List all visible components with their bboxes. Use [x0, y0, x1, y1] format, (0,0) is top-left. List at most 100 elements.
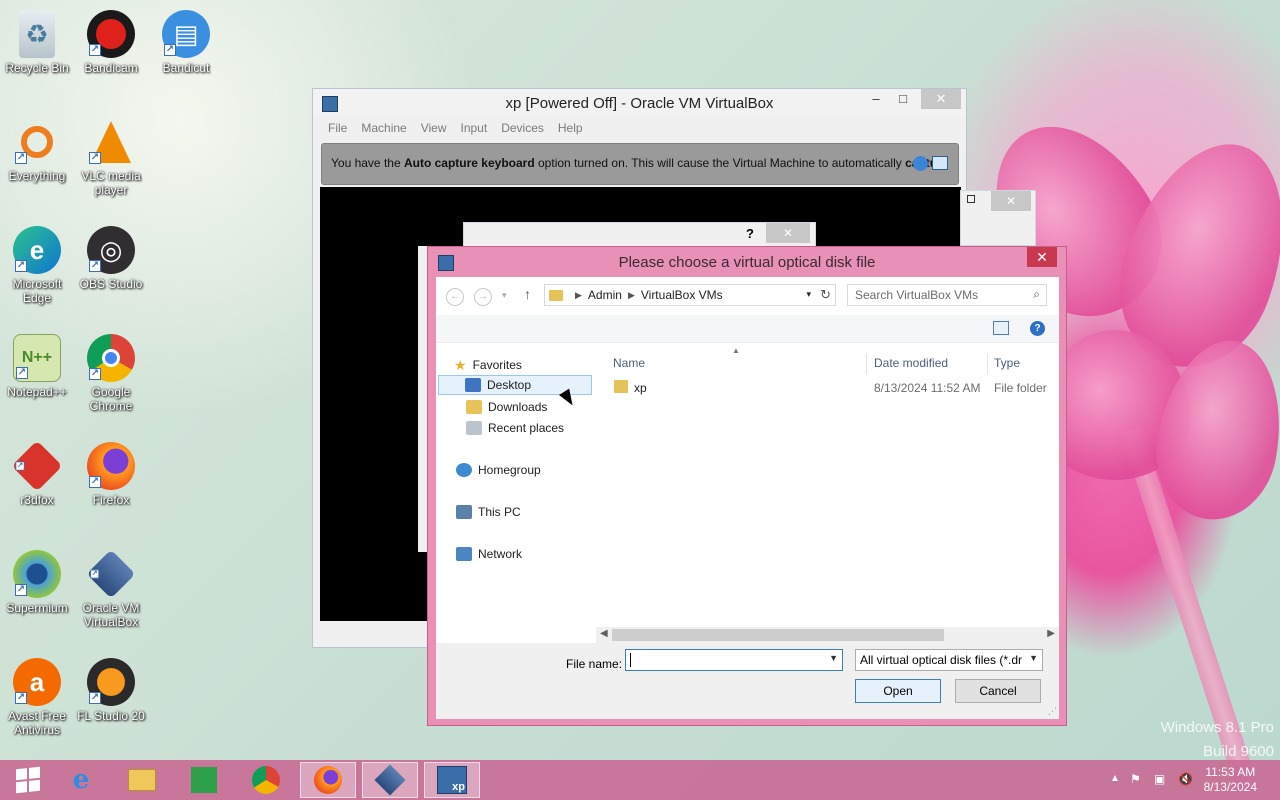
chevron-down-icon[interactable]: ▼ — [829, 653, 838, 663]
virtualbox-icon: ↗ — [86, 549, 136, 599]
column-header-date[interactable]: Date modified — [874, 356, 948, 370]
column-header-name[interactable]: Name — [613, 356, 645, 370]
desktop-icon-label: OBS Studio — [79, 277, 143, 291]
desktop-icon-vlc[interactable]: ↗ VLC media player — [75, 118, 147, 197]
menu-view[interactable]: View — [414, 121, 454, 139]
dialog-titlebar[interactable]: Please choose a virtual optical disk fil… — [428, 247, 1066, 277]
search-input[interactable]: Search VirtualBox VMs ⌕ — [847, 284, 1047, 306]
nav-item-homegroup[interactable]: Homegroup — [456, 460, 541, 480]
dialog-title: Please choose a virtual optical disk fil… — [618, 254, 876, 271]
column-divider[interactable] — [866, 353, 867, 375]
desktop-icon-notepadpp[interactable]: N++ ↗ Notepad++ — [1, 334, 73, 399]
open-file-dialog: Please choose a virtual optical disk fil… — [427, 246, 1067, 726]
taskbar-firefox[interactable] — [300, 762, 356, 798]
desktop-icon-r3dfox[interactable]: ↗ r3dfox — [1, 440, 73, 507]
cancel-button[interactable]: Cancel — [955, 679, 1041, 703]
horizontal-scrollbar[interactable]: ◀ ▶ — [596, 627, 1059, 643]
nav-item-recent-places[interactable]: Recent places — [466, 418, 564, 438]
preview-pane-icon[interactable] — [993, 321, 1009, 335]
supermium-icon: ↗ — [13, 550, 61, 598]
desktop-icon-edge[interactable]: e ↗ Microsoft Edge — [1, 226, 73, 305]
taskbar-ie[interactable]: e — [53, 762, 109, 798]
file-name-input[interactable]: ▼ — [625, 649, 843, 671]
notice-toggle-icon[interactable] — [932, 156, 948, 170]
notice-close-icon[interactable] — [913, 156, 928, 171]
forward-button[interactable]: → — [474, 288, 492, 306]
column-header-type[interactable]: Type — [994, 356, 1020, 370]
flstudio-icon: ↗ — [87, 658, 135, 706]
breadcrumb-item-virtualbox-vms[interactable]: VirtualBox VMs — [641, 288, 723, 302]
breadcrumb-item-admin[interactable]: Admin — [588, 288, 622, 302]
breadcrumb[interactable]: ▶ Admin ▶ VirtualBox VMs ▾ ↻ — [544, 284, 836, 306]
taskbar-store[interactable] — [176, 762, 232, 798]
taskbar-virtualbox[interactable] — [362, 762, 418, 798]
chevron-down-icon[interactable]: ▼ — [1029, 653, 1038, 663]
bg-dialog-minimize[interactable] — [967, 195, 975, 203]
help-button[interactable]: ? — [1030, 321, 1045, 336]
desktop-icon-supermium[interactable]: ↗ Supermium — [1, 550, 73, 615]
nav-item-this-pc[interactable]: This PC — [456, 502, 521, 522]
desktop-icon-label: Notepad++ — [7, 385, 67, 399]
volume-muted-icon[interactable]: 🔇 — [1178, 772, 1193, 786]
column-divider[interactable] — [987, 353, 988, 375]
breadcrumb-dropdown-icon[interactable]: ▾ — [806, 289, 811, 300]
nav-item-network[interactable]: Network — [456, 544, 522, 564]
desktop-icon-everything[interactable]: ↗ Everything — [1, 118, 73, 183]
menu-input[interactable]: Input — [454, 121, 495, 139]
maximize-button[interactable]: □ — [888, 89, 918, 109]
resize-grip-icon[interactable]: ⋰ — [1048, 706, 1057, 717]
show-hidden-icons[interactable]: ▲ — [1110, 773, 1120, 784]
watermark-edition: Windows 8.1 Pro — [1160, 719, 1274, 736]
file-name: xp — [634, 381, 647, 395]
desktop-icon-chrome[interactable]: ↗ Google Chrome — [75, 334, 147, 413]
desktop-icon-label: VLC media player — [81, 169, 141, 197]
menu-devices[interactable]: Devices — [494, 121, 551, 139]
scrollbar-thumb[interactable] — [612, 629, 944, 641]
menu-help[interactable]: Help — [551, 121, 590, 139]
network-tray-icon[interactable]: ▣ — [1154, 772, 1165, 786]
scroll-left-icon[interactable]: ◀ — [600, 628, 608, 639]
menu-machine[interactable]: Machine — [354, 121, 413, 139]
scroll-right-icon[interactable]: ▶ — [1047, 628, 1055, 639]
breadcrumb-separator-icon: ▶ — [627, 289, 635, 300]
nav-label: Homegroup — [478, 463, 541, 477]
desktop-icon-avast[interactable]: a ↗ Avast Free Antivirus — [1, 658, 73, 737]
desktop-icon-bandicut[interactable]: ▤ ↗ Bandicut — [150, 10, 222, 75]
folder-icon — [549, 289, 563, 301]
nav-item-downloads[interactable]: Downloads — [466, 397, 547, 417]
desktop-icon-bandicam[interactable]: ↗ Bandicam — [75, 10, 147, 75]
desktop-icon-recycle-bin[interactable]: ♻ Recycle Bin — [1, 10, 73, 75]
bg-dialog-help-button[interactable]: ? — [746, 226, 754, 241]
taskbar-file-explorer[interactable] — [114, 762, 170, 798]
bg-dialog-close-button[interactable]: ✕ — [991, 191, 1031, 211]
start-button[interactable] — [0, 762, 56, 798]
taskbar-vm-xp[interactable]: xp — [424, 762, 480, 798]
menu-file[interactable]: File — [321, 121, 354, 139]
desktop-icon-obs[interactable]: ◎ ↗ OBS Studio — [75, 226, 147, 291]
bandicam-icon: ↗ — [87, 10, 135, 58]
dialog-close-button[interactable]: ✕ — [1027, 247, 1057, 267]
recent-locations-chevron-icon[interactable]: ▾ — [502, 290, 507, 301]
minimize-button[interactable]: – — [861, 89, 891, 109]
file-type-select[interactable]: All virtual optical disk files (*.dr ▼ — [855, 649, 1043, 671]
back-button[interactable]: ← — [446, 288, 464, 306]
nav-item-favorites[interactable]: ★ Favorites — [454, 355, 522, 375]
action-center-flag-icon[interactable]: ⚑ — [1130, 772, 1141, 786]
navigation-bar: ← → ▾ ↑ ▶ Admin ▶ VirtualBox VMs ▾ ↻ Sea… — [436, 277, 1059, 315]
desktop-icon-virtualbox[interactable]: ↗ Oracle VM VirtualBox — [75, 549, 147, 629]
desktop-icon-flstudio[interactable]: ↗ FL Studio 20 — [75, 658, 147, 723]
desktop-icon-firefox[interactable]: ↗ Firefox — [75, 442, 147, 507]
file-row[interactable]: xp 8/13/2024 11:52 AM File folder — [606, 377, 1056, 399]
r3dfox-icon: ↗ — [11, 440, 63, 492]
open-button[interactable]: Open — [855, 679, 941, 703]
refresh-icon[interactable]: ↻ — [820, 287, 831, 303]
bg-dialog-close-button[interactable]: ✕ — [766, 223, 810, 243]
bandicut-icon: ▤ ↗ — [162, 10, 210, 58]
up-button[interactable]: ↑ — [524, 286, 531, 302]
taskbar-chrome[interactable] — [238, 762, 294, 798]
taskbar-clock[interactable]: 11:53 AM 8/13/2024 — [1204, 765, 1257, 795]
homegroup-icon — [456, 463, 472, 477]
close-button[interactable]: ✕ — [921, 89, 961, 109]
desktop-icon-label: Recycle Bin — [5, 61, 69, 75]
vbox-titlebar[interactable]: xp [Powered Off] - Oracle VM VirtualBox … — [313, 89, 966, 117]
